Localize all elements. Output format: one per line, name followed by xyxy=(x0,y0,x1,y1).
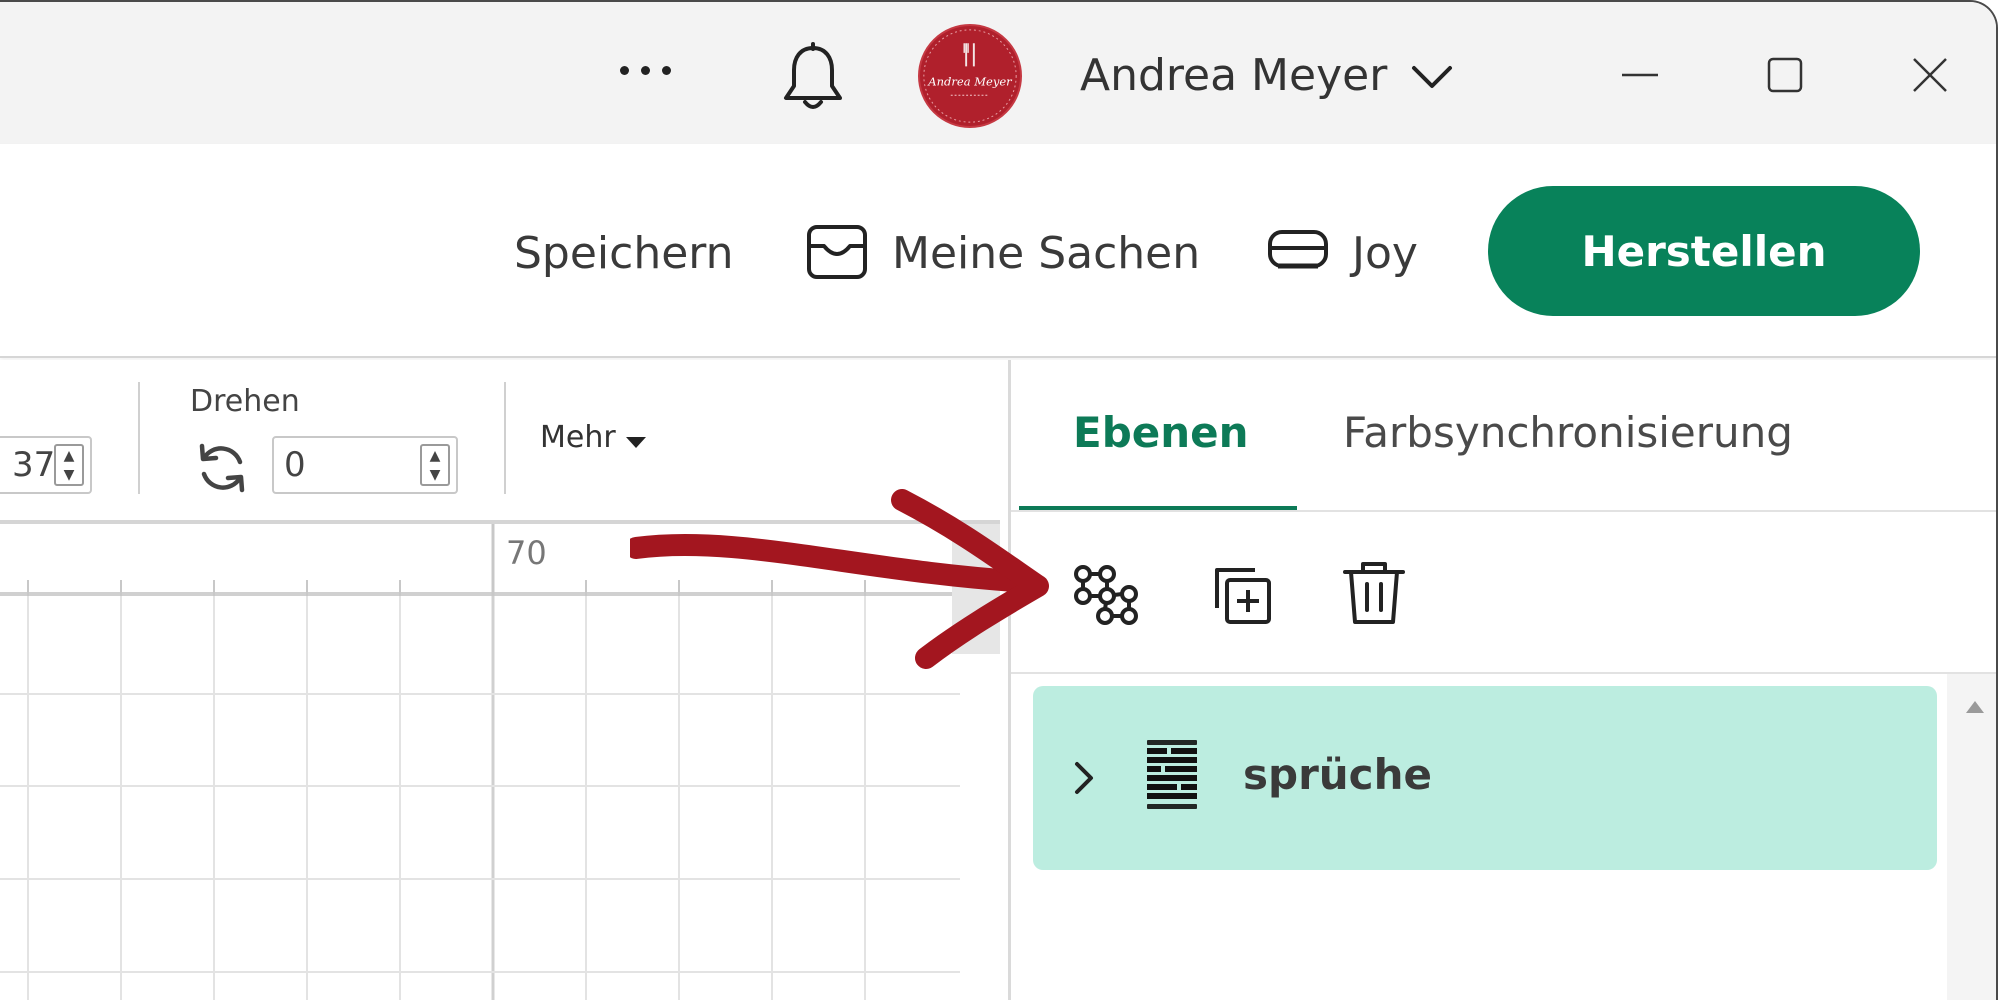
size-input-value: 37 xyxy=(12,445,56,485)
title-bar: Andrea Meyer Andrea Meyer xyxy=(0,2,1996,144)
layers-scrollbar[interactable] xyxy=(1947,674,1996,1000)
more-menu[interactable]: Mehr xyxy=(540,420,616,455)
rotate-stepper[interactable]: ▲ ▼ xyxy=(420,444,450,486)
tab-layers[interactable]: Ebenen xyxy=(1073,408,1249,457)
machine-icon[interactable] xyxy=(1266,228,1330,274)
maximize-button[interactable] xyxy=(1750,40,1820,110)
design-canvas[interactable]: 70 xyxy=(0,520,1000,1000)
close-button[interactable] xyxy=(1895,40,1965,110)
machine-button[interactable]: Joy xyxy=(1352,228,1418,279)
canvas-scrollbar[interactable] xyxy=(952,524,1000,654)
inbox-icon[interactable] xyxy=(806,224,868,280)
caret-down-icon[interactable] xyxy=(624,434,648,450)
maximize-icon xyxy=(1767,57,1803,93)
horizontal-ruler: 70 xyxy=(0,524,960,596)
trash-icon[interactable] xyxy=(1341,558,1407,628)
my-items-button[interactable]: Meine Sachen xyxy=(892,228,1200,279)
make-button[interactable]: Herstellen xyxy=(1488,186,1920,316)
expand-chevron-icon[interactable] xyxy=(1073,758,1097,798)
save-button[interactable]: Speichern xyxy=(514,228,734,279)
more-horizontal-icon[interactable] xyxy=(620,66,671,75)
rotate-input-value: 0 xyxy=(284,445,306,485)
avatar-logo: Andrea Meyer xyxy=(923,29,1017,123)
user-name[interactable]: Andrea Meyer xyxy=(1080,50,1387,101)
svg-text:Andrea Meyer: Andrea Meyer xyxy=(927,75,1013,89)
duplicate-icon[interactable] xyxy=(1209,562,1275,628)
tab-color-sync[interactable]: Farbsynchronisierung xyxy=(1343,408,1793,457)
ruler-label: 70 xyxy=(506,534,547,572)
layer-thumbnail-icon xyxy=(1147,740,1197,809)
action-bar: Speichern Meine Sachen Joy Herstellen xyxy=(0,144,1996,358)
minimize-icon xyxy=(1622,73,1658,77)
rotate-icon[interactable] xyxy=(194,440,250,496)
ruler-ticks xyxy=(27,524,866,596)
layers-panel: Ebenen Farbsynchronisierung sprüche xyxy=(1008,360,1996,1000)
layer-name[interactable]: sprüche xyxy=(1243,750,1432,799)
close-icon xyxy=(1913,58,1947,92)
toolbar-divider xyxy=(138,382,140,494)
scroll-up-icon[interactable] xyxy=(1965,700,1985,714)
size-stepper[interactable]: ▲ ▼ xyxy=(54,444,84,486)
avatar[interactable]: Andrea Meyer xyxy=(918,24,1022,128)
layer-row[interactable]: sprüche xyxy=(1033,686,1937,870)
size-input[interactable]: 37 ▲ ▼ xyxy=(0,436,92,494)
tools-divider xyxy=(1011,672,1996,674)
tabs-divider xyxy=(1011,510,1996,512)
bell-icon[interactable] xyxy=(780,42,846,114)
group-icon[interactable] xyxy=(1071,562,1141,628)
toolbar-divider xyxy=(504,382,506,494)
edit-toolbar: 37 ▲ ▼ Drehen 0 ▲ ▼ Mehr xyxy=(0,360,1008,520)
rotate-input[interactable]: 0 ▲ ▼ xyxy=(272,436,458,494)
rotate-label: Drehen xyxy=(190,384,300,419)
chevron-down-icon[interactable] xyxy=(1408,60,1456,92)
minimize-button[interactable] xyxy=(1605,40,1675,110)
app-window: Andrea Meyer Andrea Meyer Speichern Mein… xyxy=(0,0,1998,1000)
